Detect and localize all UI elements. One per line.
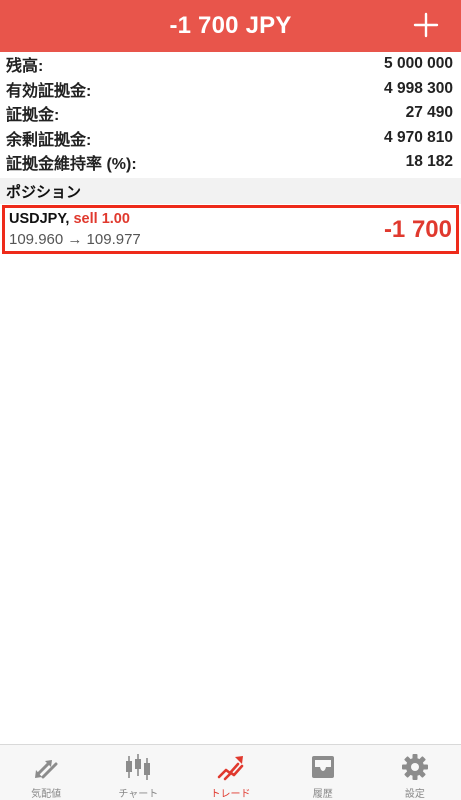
- summary-label: 証拠金維持率 (%):: [6, 156, 137, 174]
- quotes-arrows-icon: [35, 760, 58, 779]
- summary-value: 27 490: [405, 104, 453, 122]
- account-profit-title: -1 700 JPY: [169, 12, 292, 39]
- summary-value: 4 998 300: [384, 79, 453, 97]
- summary-row-free-margin: 余剰証拠金: 4 970 810: [0, 126, 461, 151]
- summary-value: 4 970 810: [384, 128, 453, 146]
- summary-value: 18 182: [405, 153, 453, 171]
- summary-value: 5 000 000: [384, 55, 453, 73]
- account-summary: 残高: 5 000 000 有効証拠金: 4 998 300 証拠金: 27 4…: [0, 52, 461, 175]
- tab-history[interactable]: 履歴: [277, 745, 369, 800]
- tab-label: 設定: [404, 789, 425, 800]
- candlestick-icon: [126, 754, 151, 780]
- tab-quotes[interactable]: 気配値: [0, 745, 92, 800]
- tab-trade[interactable]: トレード: [184, 745, 276, 800]
- summary-row-equity: 有効証拠金: 4 998 300: [0, 77, 461, 102]
- position-symbol: USDJPY,: [9, 211, 70, 227]
- tab-settings[interactable]: 設定: [369, 745, 461, 800]
- summary-row-balance: 残高: 5 000 000: [0, 52, 461, 77]
- position-row-usdjpy[interactable]: USDJPY, sell 1.00 109.960 → 109.977 -1 7…: [2, 205, 459, 254]
- summary-label: 残高:: [6, 58, 44, 76]
- tab-label: 気配値: [31, 789, 62, 800]
- summary-label: 余剰証拠金:: [6, 131, 92, 149]
- history-tray-icon: [311, 756, 334, 778]
- position-side-volume: sell 1.00: [73, 211, 130, 227]
- tab-label: 履歴: [312, 789, 333, 800]
- summary-row-margin: 証拠金: 27 490: [0, 101, 461, 126]
- positions-section-header: ポジション: [0, 178, 461, 204]
- tab-label: チャート: [118, 789, 159, 800]
- tab-label: トレード: [210, 789, 251, 800]
- add-order-button[interactable]: [409, 8, 443, 42]
- plus-icon: [413, 12, 439, 38]
- gear-icon: [401, 754, 428, 780]
- trade-screen: -1 700 JPY 残高: 5 000 000 有効証拠金: 4 998 30…: [0, 0, 461, 800]
- bottom-tab-bar: 気配値 チャート トレード 履歴 設定: [0, 744, 461, 800]
- top-bar: -1 700 JPY: [0, 0, 461, 52]
- trade-trend-icon: [217, 756, 243, 781]
- summary-label: 有効証拠金:: [6, 82, 92, 100]
- summary-label: 証拠金:: [6, 107, 60, 125]
- position-profit: -1 700: [383, 216, 452, 243]
- summary-row-margin-level: 証拠金維持率 (%): 18 182: [0, 150, 461, 175]
- tab-chart[interactable]: チャート: [92, 745, 184, 800]
